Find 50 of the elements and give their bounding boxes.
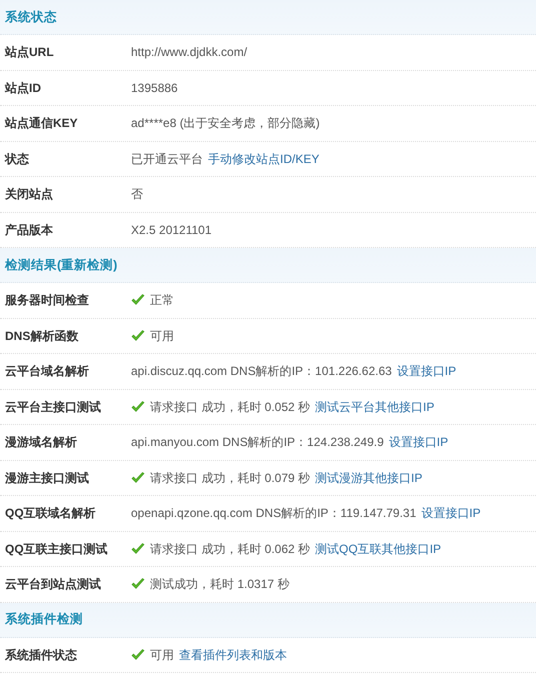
field-label: 云平台主接口测试 <box>4 398 102 416</box>
field-value: 已开通云平台 <box>131 150 203 168</box>
action-link[interactable]: 查看插件列表和版本 <box>179 646 287 664</box>
field-value: api.discuz.qq.com DNS解析的IP：101.226.62.63 <box>131 363 392 380</box>
check-icon <box>131 472 145 484</box>
field-value: 1395886 <box>131 80 178 97</box>
field-value: 可用 <box>150 646 174 664</box>
field-value: X2.5 20121101 <box>131 222 212 239</box>
field-label: 漫游域名解析 <box>4 434 78 452</box>
field-label: 漫游主接口测试 <box>4 470 90 487</box>
action-link[interactable]: 测试云平台其他接口IP <box>315 398 434 416</box>
field-value: 请求接口 成功，耗时 0.079 秒 <box>150 470 310 487</box>
field-value: 正常 <box>150 292 174 310</box>
field-label: 站点通信KEY <box>4 115 79 132</box>
field-label: 服务器时间检查 <box>4 292 90 310</box>
action-link[interactable]: 设置接口IP <box>388 433 448 452</box>
field-label: QQ互联域名解析 <box>4 505 97 522</box>
field-label: 关闭站点 <box>4 186 54 204</box>
field-label: 状态 <box>4 150 30 168</box>
action-link[interactable]: 手动修改站点ID/KEY <box>208 150 320 168</box>
action-link[interactable]: 测试QQ互联其他接口IP <box>315 540 442 558</box>
field-value: 测试成功，耗时 1.0317 秒 <box>150 576 290 594</box>
action-link[interactable]: 测试漫游其他接口IP <box>315 468 422 487</box>
field-value: http://www.djdkk.com/ <box>131 44 248 62</box>
check-icon <box>131 648 145 661</box>
section-header: 系统状态 <box>0 0 536 35</box>
field-value: 请求接口 成功，耗时 0.052 秒 <box>150 398 310 416</box>
field-label: 云平台到站点测试 <box>4 576 102 594</box>
section-header: 检测结果(重新检测) <box>0 248 536 283</box>
field-label: 站点URL <box>4 44 55 62</box>
check-icon <box>131 542 145 555</box>
action-link[interactable]: 设置接口IP <box>421 504 481 522</box>
section-header: 系统插件检测 <box>0 602 536 638</box>
check-icon <box>131 330 145 342</box>
field-value: ad****e8 (出于安全考虑，部分隐藏) <box>131 115 320 132</box>
check-icon <box>131 578 145 590</box>
field-value: 否 <box>131 186 143 204</box>
action-link[interactable]: 设置接口IP <box>396 362 456 380</box>
check-icon <box>131 294 145 306</box>
field-label: DNS解析函数 <box>4 328 80 345</box>
check-icon <box>131 400 145 413</box>
field-label: 系统插件状态 <box>4 646 78 664</box>
field-value: 请求接口 成功，耗时 0.062 秒 <box>150 540 310 558</box>
field-label: 站点ID <box>4 80 42 97</box>
field-label: QQ互联主接口测试 <box>4 540 109 558</box>
field-value: openapi.qzone.qq.com DNS解析的IP：119.147.79.31 <box>131 505 416 522</box>
field-label: 产品版本 <box>4 222 54 239</box>
field-label: 云平台域名解析 <box>4 363 90 380</box>
field-value: api.manyou.com DNS解析的IP：124.238.249.9 <box>131 434 384 452</box>
field-value: 可用 <box>150 328 174 345</box>
